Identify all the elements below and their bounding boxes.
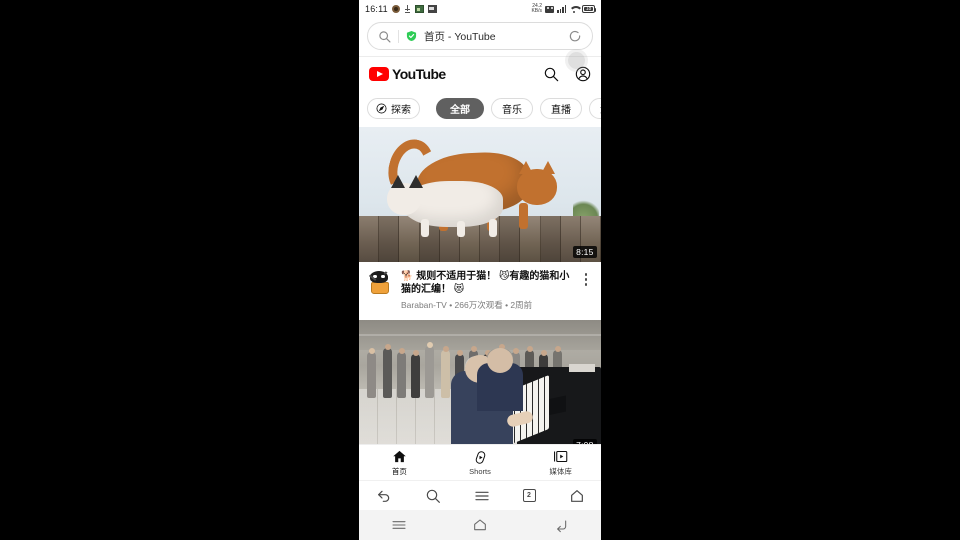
shield-secure-icon bbox=[406, 30, 417, 42]
status-bar: 16:11 24.2 KB/s 18 bbox=[359, 0, 601, 18]
shorts-icon bbox=[475, 450, 485, 464]
battery-level: 18 bbox=[585, 5, 592, 12]
tab-count-button[interactable]: 2 bbox=[522, 489, 536, 502]
white-cat-ear-right bbox=[409, 175, 423, 188]
battery-icon: 18 bbox=[582, 5, 596, 13]
youtube-logo[interactable]: YouTube bbox=[369, 66, 446, 82]
wifi-icon bbox=[569, 5, 579, 13]
video-feed: 8:15 🐕 规则不适用于猫！ 😼有趣的猫和小猫的汇编！ 😻 Baraban-T… bbox=[359, 127, 601, 455]
orange-cat-leg-3 bbox=[519, 203, 528, 229]
youtube-bottom-nav: 首页 Shorts 媒体库 bbox=[359, 444, 601, 480]
chrome-icon bbox=[391, 5, 400, 13]
youtube-play-icon bbox=[369, 67, 389, 81]
network-speed-unit: KB/s bbox=[531, 8, 542, 14]
white-cat-ear-left bbox=[391, 175, 405, 188]
nav-item-library[interactable]: 媒体库 bbox=[520, 449, 601, 477]
nav-label-library: 媒体库 bbox=[549, 466, 572, 476]
youtube-header-actions bbox=[543, 66, 591, 82]
video-thumbnail-1[interactable]: 8:15 bbox=[359, 127, 601, 262]
browser-url-bar-container: 首页 - YouTube bbox=[359, 18, 601, 69]
video-title-1[interactable]: 🐕 规则不适用于猫！ 😼有趣的猫和小猫的汇编！ 😻 bbox=[401, 270, 571, 296]
nav-item-home[interactable]: 首页 bbox=[359, 449, 440, 477]
orange-cat-head bbox=[517, 169, 557, 205]
white-cat-leg-3 bbox=[489, 219, 497, 237]
nav-label-home: 首页 bbox=[391, 466, 407, 476]
youtube-header: YouTube bbox=[359, 57, 601, 91]
network-speed: 24.2 KB/s bbox=[531, 4, 542, 14]
search-icon bbox=[379, 30, 391, 43]
white-cat-leg-2 bbox=[457, 221, 465, 237]
drumstick-right bbox=[383, 270, 393, 275]
photos-icon bbox=[414, 5, 424, 13]
tab-count-value: 2 bbox=[527, 492, 531, 499]
orange-cat-ear-left bbox=[519, 161, 533, 174]
youtube-wordmark: YouTube bbox=[392, 66, 446, 82]
cat-eye-right bbox=[381, 275, 385, 278]
status-clock: 16:11 bbox=[365, 4, 388, 14]
piano-sign bbox=[569, 364, 595, 372]
url-input[interactable]: 首页 - YouTube bbox=[367, 22, 593, 50]
app-icon bbox=[427, 5, 437, 13]
search-icon[interactable] bbox=[425, 488, 441, 504]
nav-item-shorts[interactable]: Shorts bbox=[440, 450, 521, 476]
library-icon bbox=[554, 450, 568, 462]
url-divider bbox=[398, 29, 399, 43]
system-navigation-bar bbox=[359, 510, 601, 540]
chip-gaming[interactable]: 游戏 bbox=[589, 98, 601, 119]
chip-explore[interactable]: 探索 bbox=[367, 98, 420, 119]
phone-screen: 16:11 24.2 KB/s 18 首页 - YouTube YouTube … bbox=[359, 0, 601, 540]
nav-label-shorts: Shorts bbox=[469, 466, 491, 476]
chip-explore-label: 探索 bbox=[391, 105, 411, 116]
signal-bars-icon bbox=[557, 5, 566, 13]
dual-sim-icon bbox=[545, 5, 554, 13]
video-menu-button-1[interactable] bbox=[579, 270, 593, 286]
menu-icon[interactable] bbox=[474, 488, 490, 504]
status-bar-right: 24.2 KB/s 18 bbox=[531, 4, 596, 14]
drum-shape bbox=[371, 282, 389, 294]
channel-avatar-1[interactable] bbox=[367, 270, 393, 296]
video-text-block-1: 🐕 规则不适用于猫！ 😼有趣的猫和小猫的汇编！ 😻 Baraban-TV • 2… bbox=[401, 270, 571, 311]
url-title: 首页 - YouTube bbox=[424, 30, 496, 43]
status-bar-left: 16:11 bbox=[365, 4, 437, 14]
screenshot-stage: 16:11 24.2 KB/s 18 首页 - YouTube YouTube … bbox=[0, 0, 960, 540]
chip-gaming-label: 游戏 bbox=[600, 101, 601, 116]
chip-live[interactable]: 直播 bbox=[540, 98, 582, 119]
white-cat-leg-1 bbox=[421, 219, 429, 237]
video-info-1: 🐕 规则不适用于猫！ 😼有趣的猫和小猫的汇编！ 😻 Baraban-TV • 2… bbox=[359, 262, 601, 320]
download-icon bbox=[404, 4, 411, 14]
video-duration-1: 8:15 bbox=[572, 246, 597, 258]
chip-all-label: 全部 bbox=[450, 105, 470, 116]
chip-all[interactable]: 全部 bbox=[436, 98, 484, 119]
reload-icon[interactable] bbox=[568, 29, 582, 43]
man-front-head bbox=[487, 348, 513, 373]
search-icon[interactable] bbox=[543, 66, 559, 82]
video-thumbnail-2[interactable]: 7:08 bbox=[359, 320, 601, 455]
home-icon[interactable] bbox=[569, 488, 585, 504]
back-icon[interactable] bbox=[553, 517, 569, 533]
back-icon[interactable] bbox=[376, 488, 392, 504]
chip-music-label: 音乐 bbox=[502, 105, 522, 116]
home-icon bbox=[393, 450, 406, 462]
video-meta-1: Baraban-TV • 266万次观看 • 2周前 bbox=[401, 300, 533, 310]
floating-assistant-bubble[interactable] bbox=[568, 52, 585, 69]
compass-icon bbox=[376, 103, 387, 114]
chip-music[interactable]: 音乐 bbox=[491, 98, 533, 119]
chip-live-label: 直播 bbox=[551, 105, 571, 116]
menu-icon[interactable] bbox=[391, 517, 407, 533]
filter-chips-row: 探索 全部 音乐 直播 游戏 bbox=[359, 91, 601, 127]
home-icon[interactable] bbox=[472, 517, 488, 533]
orange-cat-ear-right bbox=[541, 161, 555, 174]
browser-toolbar: 2 bbox=[359, 480, 601, 510]
